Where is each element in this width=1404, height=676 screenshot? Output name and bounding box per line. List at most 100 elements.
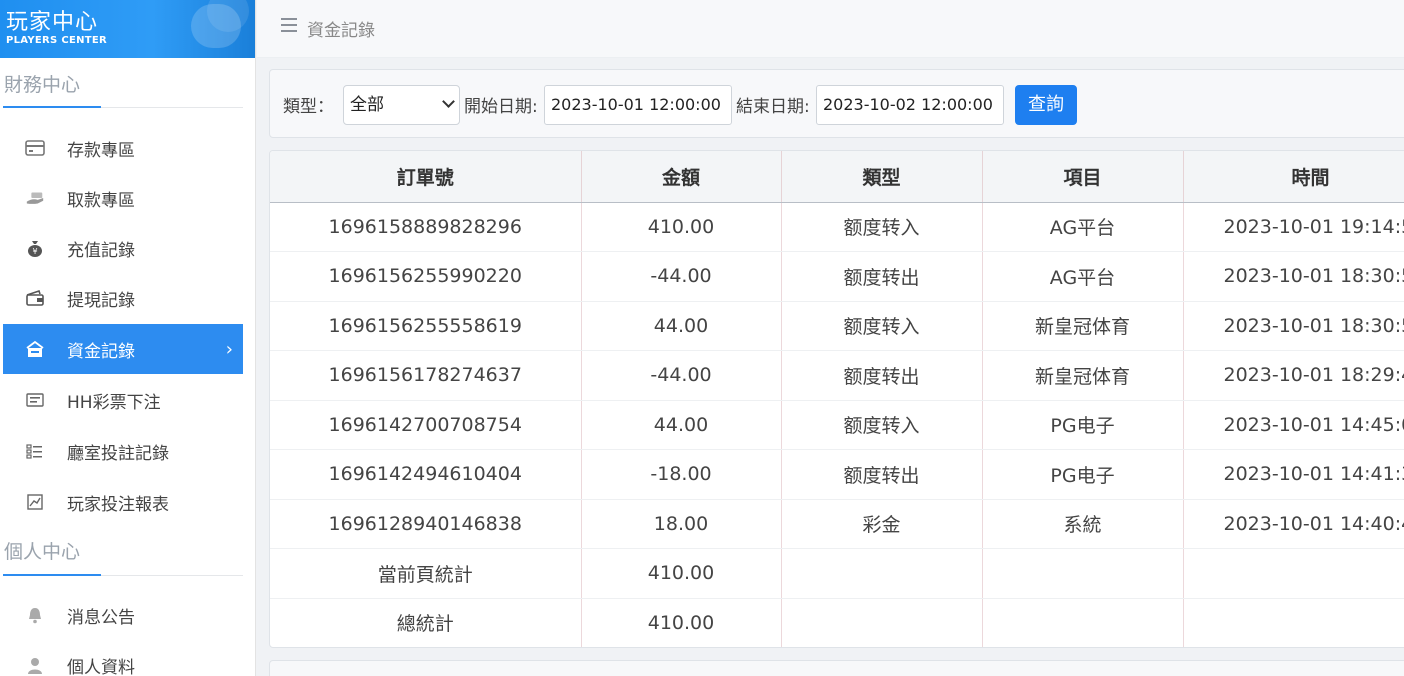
cell-order-no: 1696156255990220 bbox=[270, 251, 582, 302]
cell-order-no: 1696142700708754 bbox=[270, 400, 582, 450]
cell-item: 新皇冠体育 bbox=[982, 301, 1184, 351]
brand-title: 玩家中心 bbox=[6, 10, 99, 35]
sidebar-item-withdraw-records[interactable]: 提現記錄 bbox=[3, 273, 243, 323]
cell-item: 新皇冠体育 bbox=[982, 350, 1184, 401]
table-row[interactable]: 1696142700708754 44.00 额度转入 PG电子 2023-10… bbox=[270, 400, 1404, 450]
sidebar-item-bet-report[interactable]: 玩家投注報表 bbox=[3, 477, 243, 527]
summary-row-total: 總統計 410.00 bbox=[270, 598, 1404, 647]
cell-type: 额度转出 bbox=[781, 449, 983, 500]
summary-empty-cell bbox=[781, 548, 983, 599]
table-row[interactable]: 1696156255558619 44.00 额度转入 新皇冠体育 2023-1… bbox=[270, 301, 1404, 351]
section-title-personal: 個人中心 bbox=[4, 541, 81, 563]
cell-amount: 44.00 bbox=[581, 301, 782, 351]
brand-subtitle: PLAYERS CENTER bbox=[6, 35, 108, 46]
sidebar-item-label: 消息公告 bbox=[67, 607, 135, 628]
cell-item: PG电子 bbox=[982, 400, 1184, 450]
summary-empty-cell bbox=[982, 598, 1184, 647]
cell-time: 2023-10-01 14:45:0 bbox=[1183, 400, 1404, 450]
type-select[interactable]: 全部 bbox=[343, 85, 460, 125]
cell-order-no: 1696142494610404 bbox=[270, 449, 582, 500]
cell-type: 额度转入 bbox=[781, 400, 983, 450]
summary-amount: 410.00 bbox=[581, 548, 782, 599]
sidebar-item-funds-records[interactable]: 資金記錄 › bbox=[3, 324, 243, 374]
cell-amount: -44.00 bbox=[581, 251, 782, 302]
cell-amount: 44.00 bbox=[581, 400, 782, 450]
column-header-amount[interactable]: 金額 bbox=[581, 151, 782, 203]
sidebar-item-label: 資金記錄 bbox=[67, 341, 135, 362]
chart-icon bbox=[25, 492, 45, 512]
column-header-type[interactable]: 類型 bbox=[781, 151, 983, 203]
cell-type: 额度转入 bbox=[781, 202, 983, 252]
page-title: 資金記錄 bbox=[307, 21, 375, 41]
column-header-time[interactable]: 時間 bbox=[1183, 151, 1404, 203]
cell-amount: 18.00 bbox=[581, 499, 782, 549]
sidebar-item-withdraw[interactable]: 取款專區 bbox=[3, 173, 243, 223]
ticket-icon bbox=[25, 390, 45, 410]
query-button[interactable]: 查詢 bbox=[1015, 85, 1077, 125]
summary-row-page: 當前頁統計 410.00 bbox=[270, 548, 1404, 599]
sidebar-item-label: 玩家投注報表 bbox=[67, 494, 169, 515]
sidebar-item-profile[interactable]: 個人資料 bbox=[3, 640, 243, 676]
sidebar-item-label: 充值記錄 bbox=[67, 240, 135, 261]
bell-icon bbox=[25, 605, 45, 625]
column-header-item[interactable]: 項目 bbox=[982, 151, 1184, 203]
table-row[interactable]: 1696156255990220 -44.00 额度转出 AG平台 2023-1… bbox=[270, 251, 1404, 302]
section-accent bbox=[3, 106, 101, 108]
start-date-label: 開始日期: bbox=[464, 97, 538, 117]
cell-type: 彩金 bbox=[781, 499, 983, 549]
cell-time: 2023-10-01 18:30:5 bbox=[1183, 251, 1404, 302]
filter-bar: 類型： 全部 開始日期: 2023-10-01 12:00:00 結束日期: 2… bbox=[269, 69, 1404, 138]
sidebar-item-deposit[interactable]: 存款專區 bbox=[3, 123, 243, 173]
chevron-right-icon: › bbox=[225, 338, 233, 360]
card-icon bbox=[25, 138, 45, 158]
hamburger-menu-icon[interactable] bbox=[281, 18, 297, 32]
table-header-row: 訂單號 金額 類型 項目 時間 bbox=[270, 151, 1404, 203]
end-date-input[interactable]: 2023-10-02 12:00:00 bbox=[816, 85, 1004, 125]
table-row[interactable]: 1696128940146838 18.00 彩金 系統 2023-10-01 … bbox=[270, 499, 1404, 549]
section-title-finance: 財務中心 bbox=[4, 74, 81, 96]
summary-empty-cell bbox=[781, 598, 983, 647]
cell-order-no: 1696156255558619 bbox=[270, 301, 582, 351]
sidebar-item-label: 存款專區 bbox=[67, 140, 135, 161]
sidebar-item-hh-lottery[interactable]: HH彩票下注 bbox=[3, 375, 243, 425]
table-row[interactable]: 1696156178274637 -44.00 额度转出 新皇冠体育 2023-… bbox=[270, 350, 1404, 401]
sidebar-item-announcements[interactable]: 消息公告 bbox=[3, 590, 243, 640]
sidebar-item-hall-bets[interactable]: 廳室投註記錄 bbox=[3, 426, 243, 476]
column-header-order-no[interactable]: 訂單號 bbox=[270, 151, 582, 203]
funds-icon bbox=[25, 339, 45, 359]
table-row[interactable]: 1696142494610404 -18.00 额度转出 PG电子 2023-1… bbox=[270, 449, 1404, 500]
table-row[interactable]: 1696158889828296 410.00 额度转入 AG平台 2023-1… bbox=[270, 202, 1404, 252]
list-icon bbox=[25, 441, 45, 461]
funds-records-table: 訂單號 金額 類型 項目 時間 1696158889828296 410.00 … bbox=[269, 150, 1404, 648]
cell-order-no: 1696156178274637 bbox=[270, 350, 582, 401]
cell-order-no: 1696158889828296 bbox=[270, 202, 582, 252]
cell-type: 额度转出 bbox=[781, 251, 983, 302]
wallet-icon bbox=[25, 288, 45, 308]
cash-hand-icon bbox=[25, 188, 45, 208]
brand-banner[interactable]: 玩家中心 PLAYERS CENTER bbox=[0, 0, 255, 58]
sidebar-item-recharge-records[interactable]: ¥ 充值記錄 bbox=[3, 223, 243, 273]
money-bag-icon: ¥ bbox=[25, 238, 45, 258]
cell-order-no: 1696128940146838 bbox=[270, 499, 582, 549]
summary-empty-cell bbox=[1183, 548, 1404, 599]
sidebar-item-label: HH彩票下注 bbox=[67, 392, 161, 413]
top-bar: 資金記錄 bbox=[257, 0, 1404, 58]
type-select-value: 全部 bbox=[350, 95, 384, 115]
sidebar-item-label: 提現記錄 bbox=[67, 290, 135, 311]
sidebar-item-label: 個人資料 bbox=[67, 657, 135, 676]
start-date-input[interactable]: 2023-10-01 12:00:00 bbox=[544, 85, 732, 125]
cell-time: 2023-10-01 14:40:4 bbox=[1183, 499, 1404, 549]
pagination-bar bbox=[269, 660, 1404, 676]
cell-amount: -44.00 bbox=[581, 350, 782, 401]
cell-item: PG电子 bbox=[982, 449, 1184, 500]
sidebar-item-label: 取款專區 bbox=[67, 190, 135, 211]
summary-empty-cell bbox=[1183, 598, 1404, 647]
cell-time: 2023-10-01 18:30:5 bbox=[1183, 301, 1404, 351]
user-icon bbox=[25, 655, 45, 675]
cell-item: AG平台 bbox=[982, 202, 1184, 252]
cell-amount: 410.00 bbox=[581, 202, 782, 252]
cell-time: 2023-10-01 18:29:4 bbox=[1183, 350, 1404, 401]
gamepad-icon bbox=[191, 4, 241, 48]
section-accent bbox=[3, 574, 101, 576]
cell-type: 额度转出 bbox=[781, 350, 983, 401]
